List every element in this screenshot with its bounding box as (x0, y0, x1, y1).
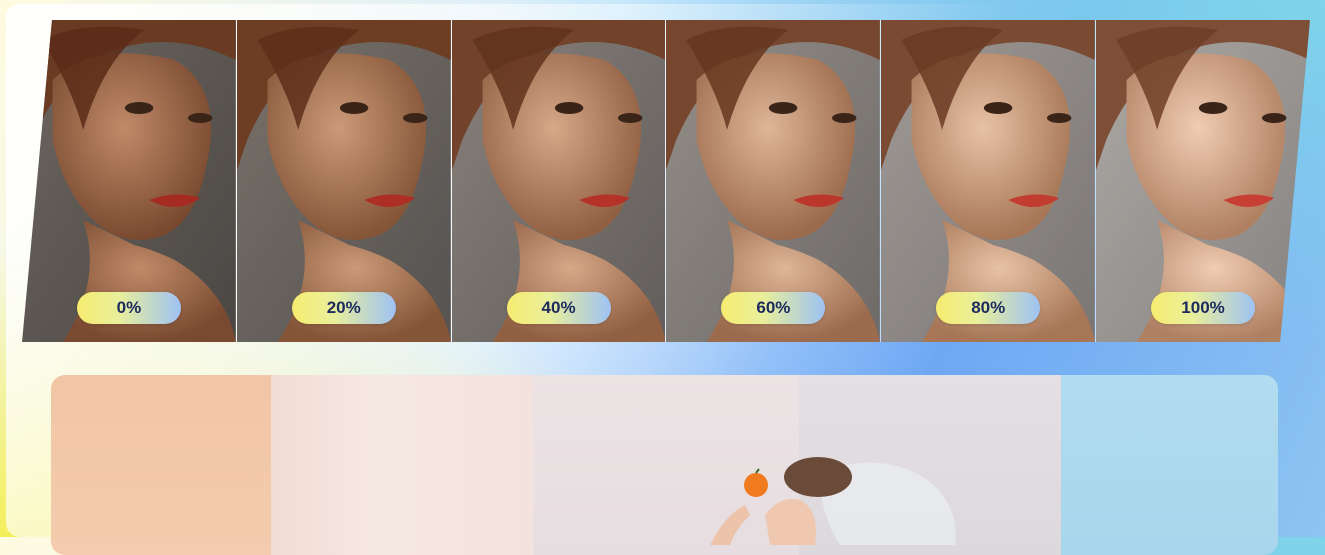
level-badge-40: 40% (506, 292, 611, 324)
level-badge-100: 100% (1151, 292, 1256, 324)
level-badge-0: 0% (76, 292, 181, 324)
color-swatch-panel (51, 375, 1278, 555)
orange-fruit-icon (744, 473, 768, 497)
swatch-blush (271, 375, 534, 555)
level-badge-80: 80% (936, 292, 1041, 324)
panel-60: 60% (666, 20, 882, 342)
level-badge-60: 60% (721, 292, 826, 324)
swatch-peach (51, 375, 271, 555)
panel-20: 20% (236, 20, 452, 342)
panel-80: 80% (881, 20, 1097, 342)
comparison-strip: 0% 20% 40% 60% 80% 100% (22, 20, 1310, 342)
panel-40: 40% (451, 20, 667, 342)
model-with-orange-icon (710, 457, 956, 545)
panel-0: 0% (22, 20, 237, 342)
swatch-sky-blue (1061, 375, 1278, 555)
panel-100: 100% (1096, 20, 1310, 342)
level-badge-20: 20% (291, 292, 396, 324)
